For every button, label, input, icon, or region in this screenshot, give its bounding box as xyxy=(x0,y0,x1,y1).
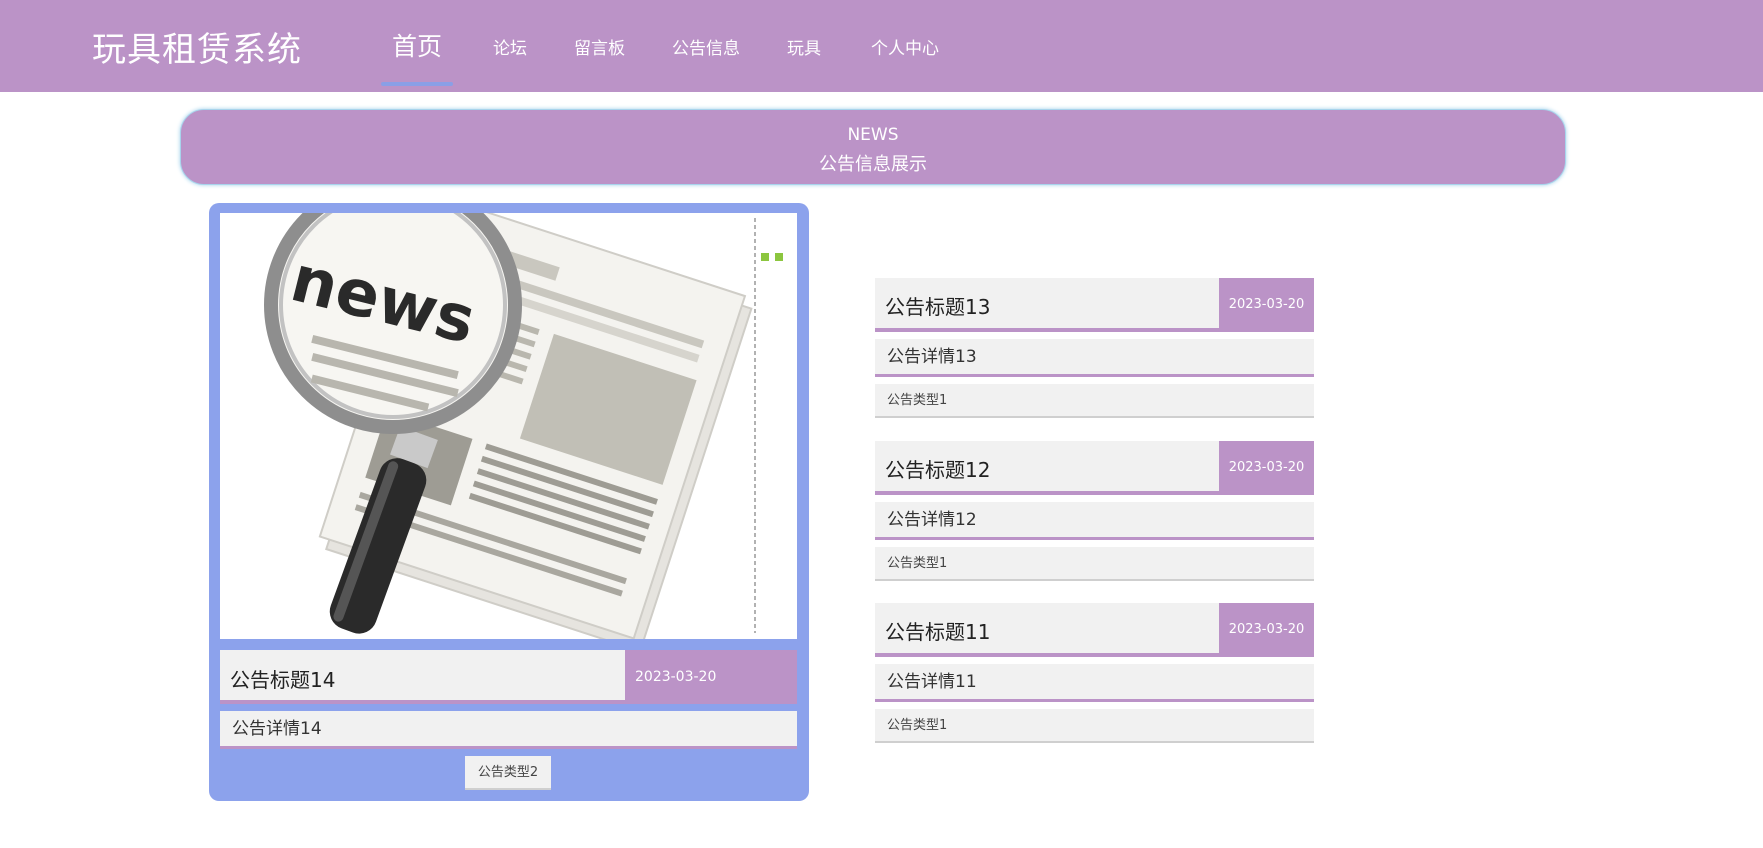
featured-notice-card[interactable]: news 公告标题14 2023-03-20 公告详情14 公告类型2 xyxy=(209,203,809,801)
banner-subtitle: NEWS xyxy=(847,125,899,145)
notice-detail: 公告详情13 xyxy=(875,339,1314,377)
news-image[interactable]: news xyxy=(220,213,797,639)
nav-item-toys[interactable]: 玩具 xyxy=(787,34,821,59)
featured-title-bar[interactable]: 公告标题14 2023-03-20 xyxy=(220,650,797,704)
notice-type: 公告类型1 xyxy=(875,547,1314,581)
notice-title[interactable]: 公告标题12 xyxy=(885,454,990,483)
title-underline xyxy=(875,328,1219,332)
featured-detail: 公告详情14 xyxy=(220,711,797,749)
nav-active-indicator xyxy=(381,82,453,86)
title-underline xyxy=(875,491,1219,495)
notice-title-bar[interactable]: 公告标题13 2023-03-20 xyxy=(875,278,1314,332)
notice-date: 2023-03-20 xyxy=(1219,278,1314,332)
nav-item-notices[interactable]: 公告信息 xyxy=(672,34,740,59)
nav-item-home[interactable]: 首页 xyxy=(392,27,442,63)
nav-item-profile[interactable]: 个人中心 xyxy=(871,34,939,59)
site-brand[interactable]: 玩具租赁系统 xyxy=(92,22,302,71)
notice-item[interactable]: 公告标题12 2023-03-20 公告详情12 公告类型1 xyxy=(875,441,1314,581)
notice-item[interactable]: 公告标题13 2023-03-20 公告详情13 公告类型1 xyxy=(875,278,1314,418)
nav-item-forum[interactable]: 论坛 xyxy=(493,34,527,59)
notice-detail: 公告详情11 xyxy=(875,664,1314,702)
top-navbar: 玩具租赁系统 首页 论坛 留言板 公告信息 玩具 个人中心 xyxy=(0,0,1763,92)
nav-item-message-board[interactable]: 留言板 xyxy=(574,34,625,59)
newspaper-magnifier-illustration: news xyxy=(264,213,783,639)
featured-title[interactable]: 公告标题14 xyxy=(230,664,335,693)
notice-title[interactable]: 公告标题11 xyxy=(885,616,990,645)
notice-type: 公告类型1 xyxy=(875,384,1314,418)
featured-date: 2023-03-20 xyxy=(625,650,797,704)
notice-title-bar[interactable]: 公告标题11 2023-03-20 xyxy=(875,603,1314,657)
notice-date: 2023-03-20 xyxy=(1219,603,1314,657)
title-underline xyxy=(875,653,1219,657)
notice-title-bar[interactable]: 公告标题12 2023-03-20 xyxy=(875,441,1314,495)
title-underline xyxy=(220,700,625,704)
section-banner: NEWS 公告信息展示 xyxy=(180,109,1566,185)
notice-type: 公告类型1 xyxy=(875,709,1314,743)
notice-detail: 公告详情12 xyxy=(875,502,1314,540)
notice-title[interactable]: 公告标题13 xyxy=(885,291,990,320)
notice-item[interactable]: 公告标题11 2023-03-20 公告详情11 公告类型1 xyxy=(875,603,1314,743)
banner-title: 公告信息展示 xyxy=(819,154,927,175)
featured-type-tag: 公告类型2 xyxy=(465,756,551,790)
notice-date: 2023-03-20 xyxy=(1219,441,1314,495)
